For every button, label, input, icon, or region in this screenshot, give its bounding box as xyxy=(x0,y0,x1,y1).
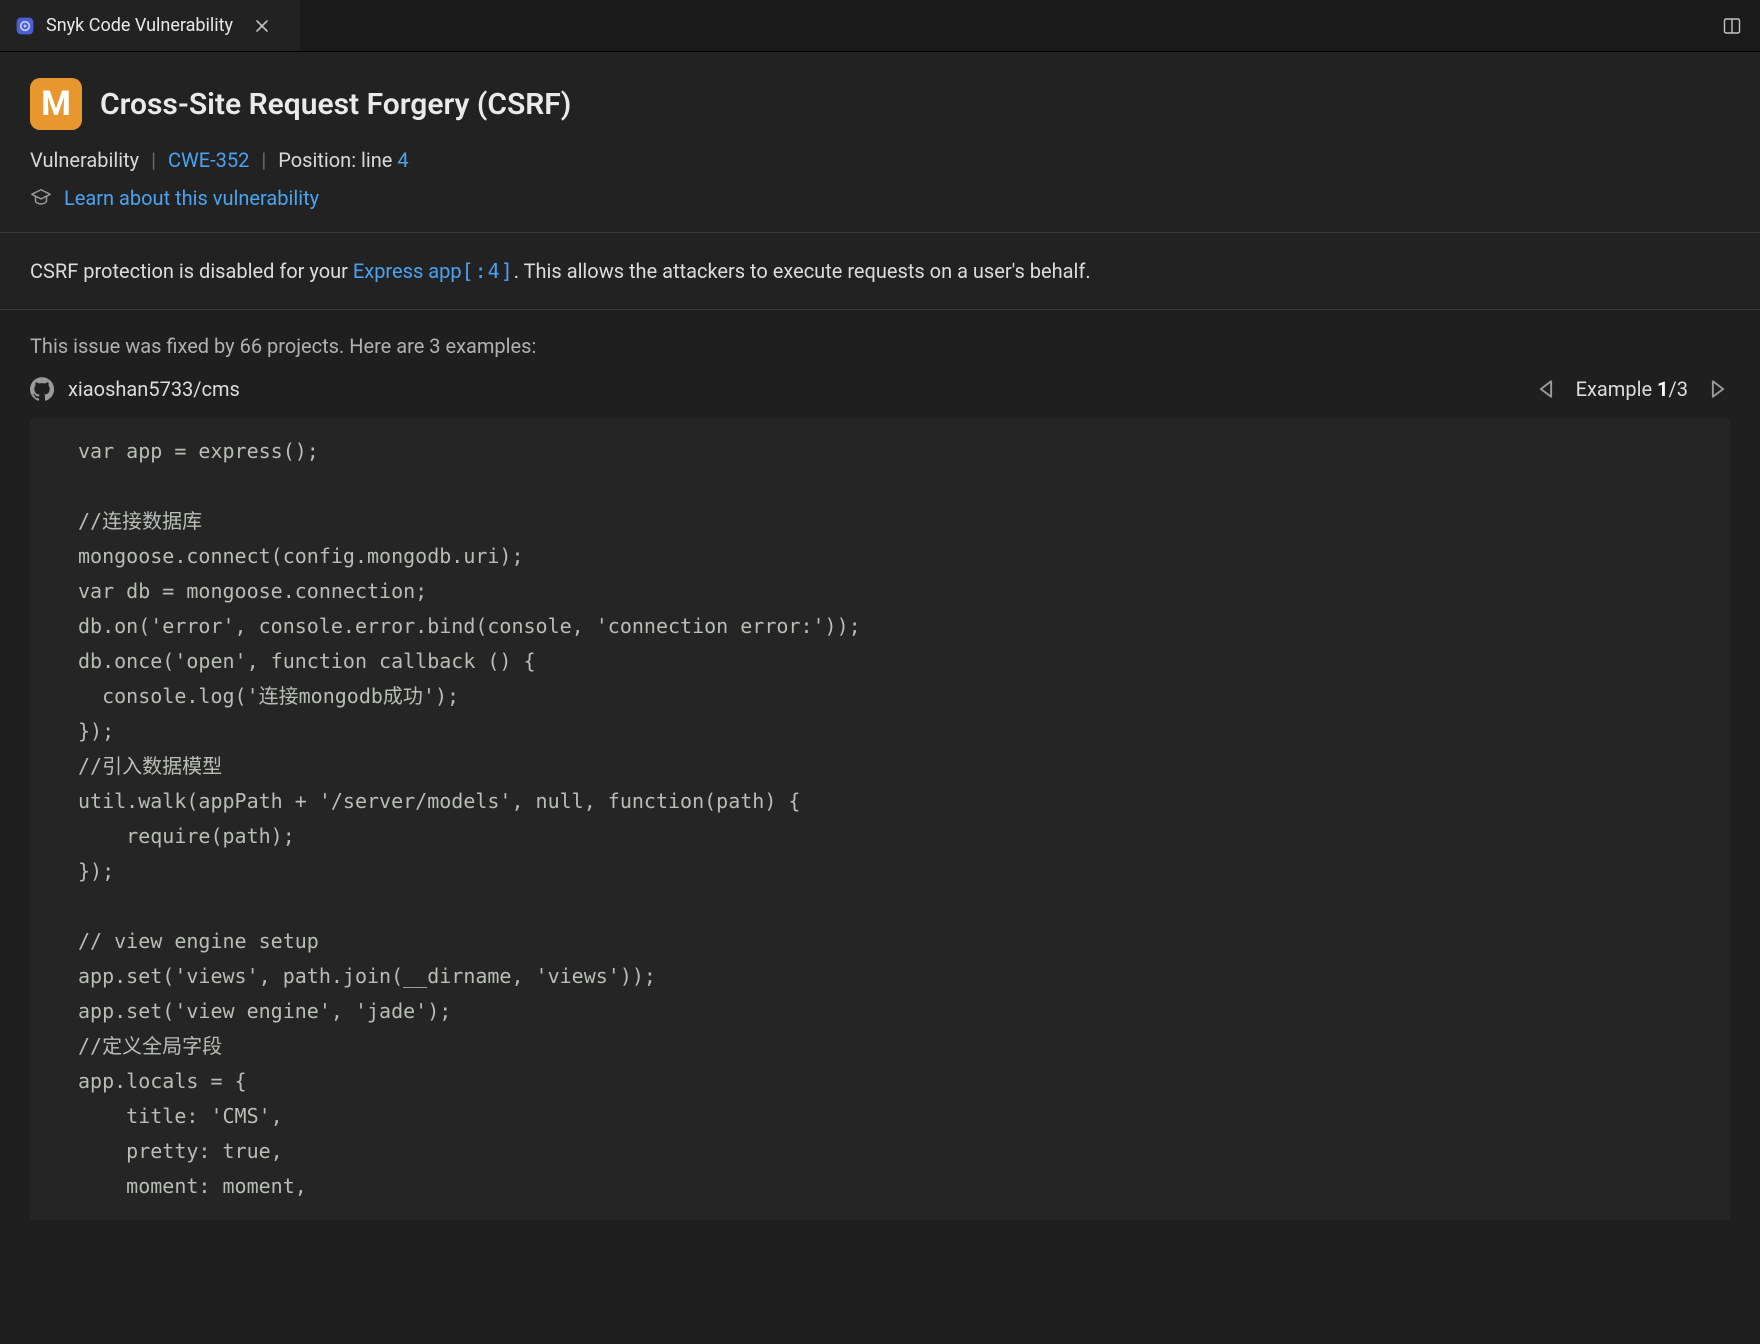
page-title: Cross-Site Request Forgery (CSRF) xyxy=(100,87,571,122)
next-example-button[interactable] xyxy=(1706,376,1730,402)
severity-letter: M xyxy=(41,84,71,124)
prev-example-button[interactable] xyxy=(1534,376,1558,402)
code-content[interactable]: var app = express(); //连接数据库 mongoose.co… xyxy=(30,434,1730,1204)
snyk-icon xyxy=(14,15,36,37)
separator: | xyxy=(261,148,266,172)
repo-name: xiaoshan5733/cms xyxy=(68,377,240,401)
meta-row: Vulnerability | CWE-352 | Position: line… xyxy=(30,148,1730,172)
graduation-cap-icon xyxy=(30,187,52,209)
vuln-description: CSRF protection is disabled for your Exp… xyxy=(0,233,1760,310)
vuln-header: M Cross-Site Request Forgery (CSRF) Vuln… xyxy=(0,52,1760,233)
learn-link[interactable]: Learn about this vulnerability xyxy=(64,186,319,210)
examples-lead: This issue was fixed by 66 projects. Her… xyxy=(30,334,1730,358)
github-icon xyxy=(30,377,54,401)
close-icon[interactable] xyxy=(251,15,273,37)
separator: | xyxy=(151,148,156,172)
split-editor-icon[interactable] xyxy=(1718,12,1746,40)
content-area: M Cross-Site Request Forgery (CSRF) Vuln… xyxy=(0,52,1760,1344)
cwe-link[interactable]: CWE-352 xyxy=(168,148,249,172)
tab-title: Snyk Code Vulnerability xyxy=(46,15,233,36)
tab-snyk-vulnerability[interactable]: Snyk Code Vulnerability xyxy=(0,0,300,51)
code-example: var app = express(); //连接数据库 mongoose.co… xyxy=(30,418,1730,1220)
position-label: Position: line 4 xyxy=(278,148,408,172)
express-app-link[interactable]: Express app xyxy=(353,259,462,283)
tab-bar: Snyk Code Vulnerability xyxy=(0,0,1760,52)
severity-badge: M xyxy=(30,78,82,130)
source-ref[interactable]: [:4] xyxy=(462,259,514,283)
fix-examples-section: This issue was fixed by 66 projects. Her… xyxy=(0,310,1760,1220)
tabbar-actions xyxy=(1718,0,1760,51)
example-pager: Example 1/3 xyxy=(1534,376,1730,402)
position-line-link[interactable]: 4 xyxy=(397,148,408,172)
pager-label: Example 1/3 xyxy=(1576,377,1688,401)
vuln-type-label: Vulnerability xyxy=(30,148,139,172)
example-repo[interactable]: xiaoshan5733/cms xyxy=(30,377,240,401)
